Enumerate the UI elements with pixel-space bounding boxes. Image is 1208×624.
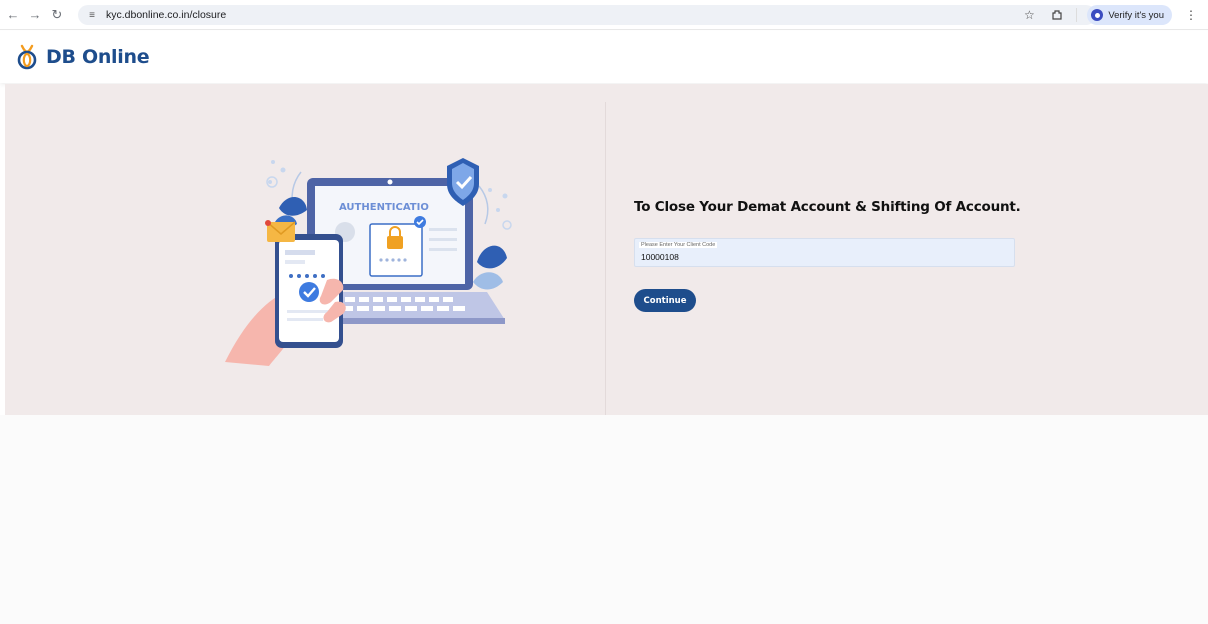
hero-divider (605, 102, 606, 415)
authentication-illustration: AUTHENTICATIO (225, 158, 512, 366)
extensions-icon[interactable] (1048, 6, 1066, 24)
page-body (0, 415, 1208, 624)
reload-icon[interactable]: ↻ (48, 6, 66, 24)
site-header: DB Online (0, 31, 1208, 83)
site-info-icon[interactable]: ≡ (84, 7, 100, 23)
continue-button[interactable]: Continue (634, 289, 696, 312)
address-bar[interactable]: ≡ kyc.dbonline.co.in/closure (78, 5, 1096, 25)
star-icon[interactable]: ☆ (1020, 6, 1038, 24)
client-code-label: Please Enter Your Client Code (639, 242, 718, 248)
client-code-field[interactable]: Please Enter Your Client Code 10000108 (634, 238, 1015, 267)
profile-label: Verify it's you (1108, 9, 1164, 21)
hero-section: AUTHENTICATIO To Close Your Demat Accoun… (5, 84, 1208, 415)
profile-avatar-icon (1091, 9, 1104, 21)
page-title: To Close Your Demat Account & Shifting O… (634, 199, 1021, 215)
brand-name[interactable]: DB Online (46, 46, 150, 68)
url-text: kyc.dbonline.co.in/closure (106, 9, 227, 21)
profile-button[interactable]: Verify it's you (1087, 5, 1172, 25)
forward-icon[interactable]: → (26, 6, 44, 24)
back-icon[interactable]: ← (4, 6, 22, 24)
illustration-text: AUTHENTICATIO (339, 202, 429, 213)
logo-icon (17, 44, 37, 70)
more-icon[interactable]: ⋮ (1182, 6, 1200, 24)
toolbar-divider (1076, 8, 1078, 22)
client-code-input[interactable]: 10000108 (641, 252, 679, 262)
browser-toolbar: ← → ↻ ≡ kyc.dbonline.co.in/closure ☆ Ver… (0, 0, 1208, 30)
